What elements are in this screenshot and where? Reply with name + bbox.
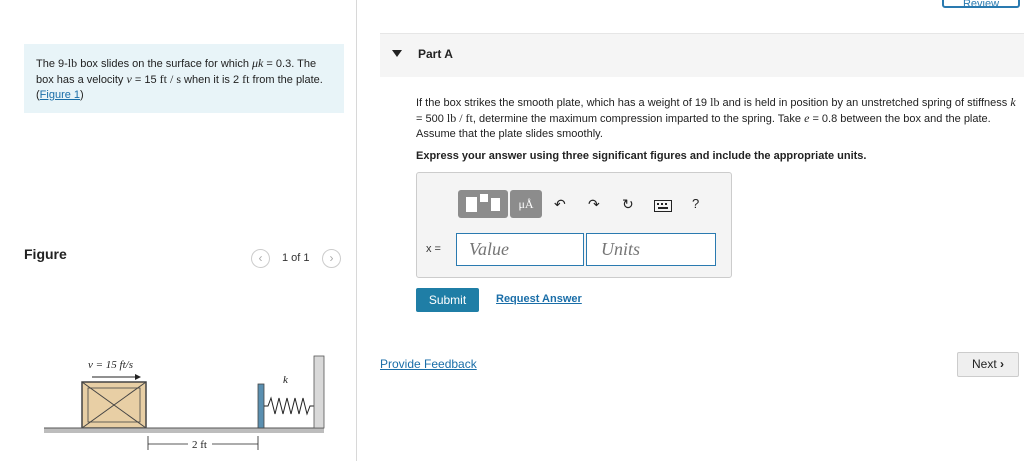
chevron-right-icon[interactable]: › <box>322 249 341 268</box>
value-input[interactable] <box>456 233 584 266</box>
figure-title: Figure <box>24 246 67 262</box>
problem-statement: The 9-lb box slides on the surface for w… <box>24 44 344 113</box>
velocity-label: v = 15 ft/s <box>88 359 133 371</box>
box-spring-figure: v = 15 ft/s k 2 ft <box>44 355 325 451</box>
keyboard-icon[interactable] <box>654 199 672 215</box>
caret-down-icon[interactable] <box>392 50 402 57</box>
k-label: k <box>283 374 289 386</box>
ground <box>44 428 324 433</box>
answer-variable-label: x = <box>426 243 441 255</box>
panel-divider <box>356 0 357 461</box>
part-a-header[interactable] <box>380 33 1024 77</box>
undo-icon[interactable]: ↶ <box>554 196 566 213</box>
next-button[interactable]: Next › <box>957 352 1019 377</box>
question-text: If the box strikes the smooth plate, whi… <box>416 95 1016 140</box>
help-button[interactable]: ? <box>692 196 699 211</box>
templates-icon[interactable] <box>458 190 508 218</box>
chevron-left-icon[interactable]: ‹ <box>251 249 270 268</box>
distance-label: 2 ft <box>192 439 207 451</box>
reset-icon[interactable]: ↻ <box>622 196 634 213</box>
figure-link[interactable]: Figure 1 <box>40 89 80 101</box>
plate <box>257 383 265 429</box>
redo-icon[interactable]: ↷ <box>588 196 600 213</box>
units-input[interactable] <box>586 233 716 266</box>
answer-instruction: Express your answer using three signific… <box>416 150 867 162</box>
spring <box>264 396 314 416</box>
part-a-title[interactable]: Part A <box>418 47 453 61</box>
wall <box>313 355 325 429</box>
request-answer-link[interactable]: Request Answer <box>496 293 582 305</box>
chevron-right-icon: › <box>1000 357 1005 371</box>
submit-button[interactable]: Submit <box>416 288 479 312</box>
units-symbol-button[interactable]: μÅ <box>510 190 542 218</box>
review-button[interactable]: Review <box>942 0 1020 10</box>
figure-counter: 1 of 1 <box>282 252 310 264</box>
provide-feedback-link[interactable]: Provide Feedback <box>380 357 477 371</box>
